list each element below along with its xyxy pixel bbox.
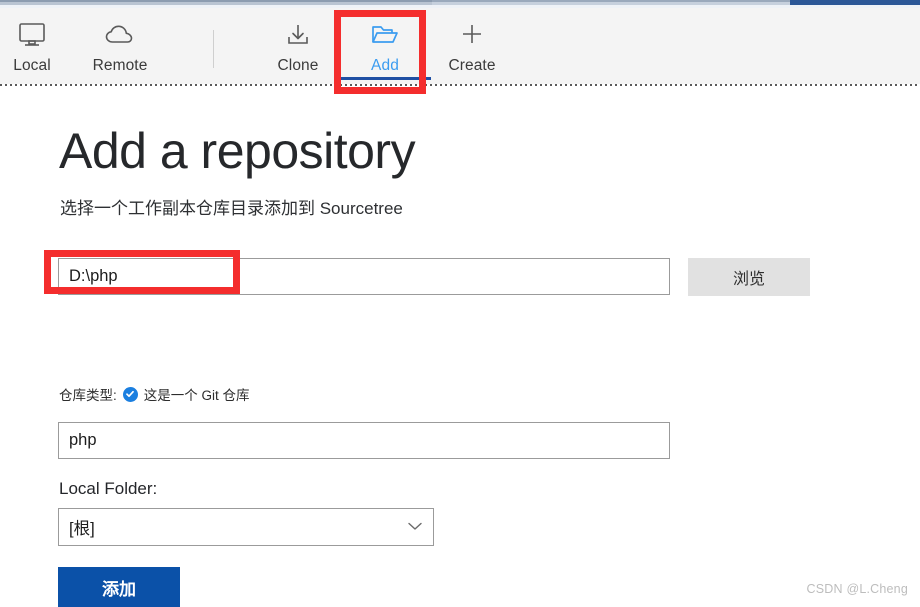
toolbar-item-add[interactable]: Add [337,14,433,82]
add-repository-button[interactable]: 添加 [58,567,180,607]
check-badge-icon [122,386,138,402]
content-area: Add a repository 选择一个工作副本仓库目录添加到 Sourcet… [0,86,920,607]
toolbar-item-local[interactable]: Local [0,14,80,82]
chevron-down-icon [407,518,423,536]
toolbar-item-remote-label: Remote [92,57,148,74]
toolbar-item-add-label: Add [371,57,399,74]
window-chrome-strip [0,0,920,8]
browse-button[interactable]: 浏览 [688,258,810,296]
download-icon [284,18,312,52]
toolbar-item-clone-label: Clone [277,57,319,74]
local-folder-label: Local Folder: [59,479,158,498]
local-folder-select[interactable]: [根] [58,508,434,546]
toolbar-item-local-label: Local [13,57,51,74]
page-title: Add a repository [59,123,416,179]
monitor-icon [17,18,47,52]
main-toolbar: Local Remote Clone Add Create [0,8,920,84]
repository-name-input[interactable] [58,422,670,459]
toolbar-item-remote[interactable]: Remote [72,14,168,82]
plus-icon [458,18,486,52]
toolbar-item-clone[interactable]: Clone [250,14,346,82]
toolbar-item-create[interactable]: Create [424,14,520,82]
toolbar-item-create-label: Create [448,57,496,74]
repository-type-value: 这是一个 Git 仓库 [143,388,250,403]
cloud-icon [104,18,136,52]
repository-type-row: 仓库类型: 这是一个 Git 仓库 [59,384,250,404]
repository-type-label: 仓库类型: [59,388,117,403]
repository-path-input[interactable] [58,258,670,295]
folder-open-icon [370,18,400,52]
toolbar-divider [213,30,214,68]
active-tab-underline [340,77,431,80]
page-subtitle: 选择一个工作副本仓库目录添加到 Sourcetree [60,199,403,218]
watermark: CSDN @L.Cheng [806,582,908,596]
local-folder-selected-value: [根] [69,520,95,538]
